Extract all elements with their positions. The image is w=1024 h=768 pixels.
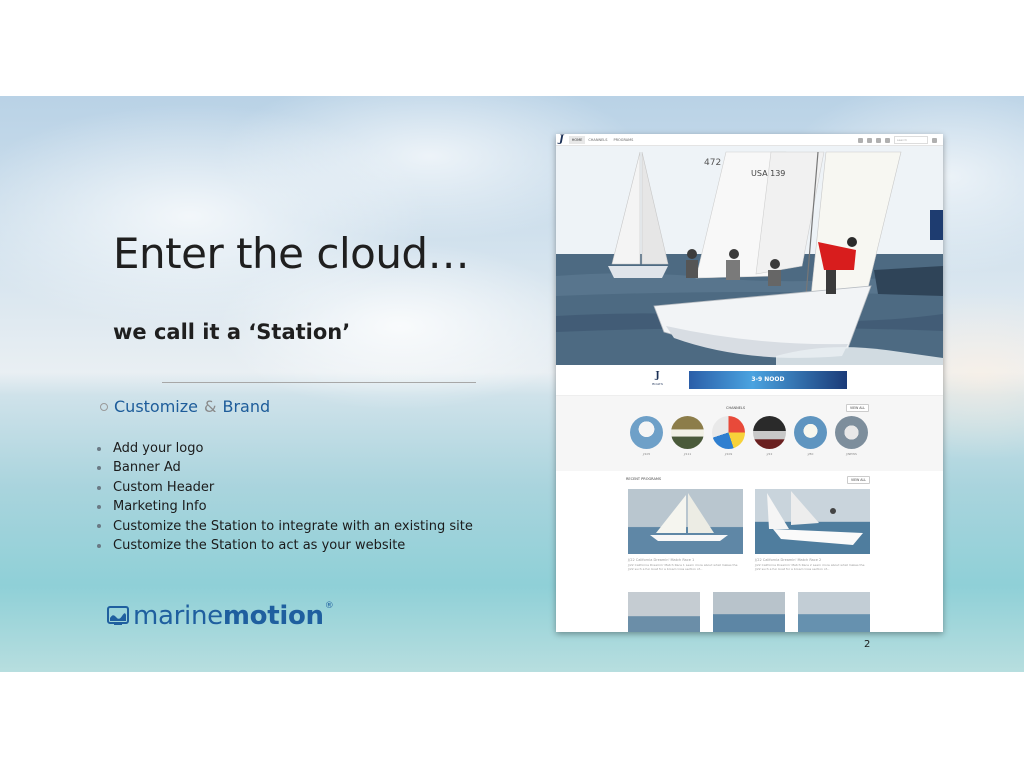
channel-name: J/NEWS [846, 452, 857, 456]
program-thumb-row [628, 592, 870, 632]
channel-name: J/80 [807, 452, 814, 456]
bullet-text: Customize the Station to integrate with … [113, 518, 473, 534]
nav-home[interactable]: HOME [568, 135, 586, 144]
page-number: 2 [864, 639, 871, 650]
circle-icon [100, 402, 108, 411]
channels-section: CHANNELS VIEW ALL J/105 J/111 J/109 J/22 [556, 396, 943, 471]
section-heading-amp: & [203, 397, 217, 416]
bullet-dot-icon [97, 543, 101, 548]
channels-label: CHANNELS [726, 406, 746, 410]
program-thumb-small[interactable] [713, 592, 785, 632]
channel-thumb[interactable] [835, 416, 868, 449]
nav-right: search [858, 136, 937, 144]
channel-item[interactable]: J/22 [753, 416, 786, 456]
slide-subtitle: we call it a ‘Station’ [113, 320, 351, 344]
nav-channels[interactable]: CHANNELS [585, 136, 610, 144]
twitter-icon[interactable] [876, 137, 881, 143]
program-title[interactable]: J/22 California Dreamin' Match Race 2 [755, 558, 870, 562]
banner-logo[interactable]: J BOATS [652, 372, 663, 388]
sail-number-472: 472 [704, 158, 721, 168]
sailboat-photo: 472 USA 139 [556, 146, 943, 365]
section-heading-brand: Brand [222, 397, 271, 416]
channel-thumb[interactable] [753, 416, 786, 449]
marinemotion-logo: marinemotion ® [107, 601, 334, 631]
hero-image: 472 USA 139 [556, 146, 943, 365]
website-screenshot: J HOME CHANNELS PROGRAMS search 472 USA … [556, 134, 943, 632]
banner-logo-sub: BOATS [652, 382, 663, 386]
channel-item[interactable]: J/111 [671, 416, 704, 456]
program-photo [767, 491, 863, 545]
channel-thumb[interactable] [630, 416, 663, 449]
channel-name: J/22 [766, 452, 773, 456]
program-thumb-small[interactable] [798, 592, 870, 632]
search-input[interactable]: search [894, 136, 928, 144]
program-title[interactable]: J/22 California Dreamin' Match Race 1 [628, 558, 743, 562]
bullet-dot-icon [97, 524, 101, 529]
bullet-dot-icon [97, 504, 101, 509]
logo-text: marinemotion [133, 601, 324, 631]
wave-screen-icon [107, 606, 129, 625]
bullet-dot-icon [97, 485, 101, 490]
site-logo[interactable]: J [559, 134, 564, 145]
banner-row: J BOATS 3-9 NOOD [556, 365, 943, 396]
channel-list: J/105 J/111 J/109 J/22 J/80 J/NEWS [630, 416, 868, 456]
channel-thumb[interactable] [712, 416, 745, 449]
channel-name: J/105 [642, 452, 651, 456]
bullet-list: Add your logo Banner Ad Custom Header Ma… [97, 439, 473, 555]
program-card[interactable]: J/22 California Dreamin' Match Race 1 J/… [628, 489, 743, 571]
bullet-dot-icon [97, 446, 101, 451]
edit-icon[interactable] [858, 137, 863, 143]
program-card[interactable]: J/22 California Dreamin' Match Race 2 J/… [755, 489, 870, 571]
logo-text-bold: motion [222, 601, 324, 631]
bullet-item: Custom Header [97, 478, 473, 497]
program-thumb[interactable] [628, 489, 743, 554]
bullet-text: Customize the Station to act as your web… [113, 538, 406, 554]
banner-ad[interactable]: 3-9 NOOD [688, 371, 847, 389]
channel-item[interactable]: J/105 [630, 416, 663, 456]
programs-view-all-button[interactable]: VIEW ALL [847, 476, 871, 484]
slide-title: Enter the cloud… [113, 229, 470, 278]
program-photo [650, 493, 728, 541]
channel-item[interactable]: J/NEWS [835, 416, 868, 456]
site-nav: J HOME CHANNELS PROGRAMS search [556, 134, 943, 146]
logo-text-regular: marine [133, 601, 223, 631]
divider [162, 382, 476, 383]
nav-programs[interactable]: PROGRAMS [610, 136, 636, 144]
program-thumb[interactable] [755, 489, 870, 554]
bullet-text: Custom Header [113, 479, 215, 495]
channel-item[interactable]: J/80 [794, 416, 827, 456]
slide: Enter the cloud… we call it a ‘Station’ … [0, 96, 1024, 672]
user-icon[interactable] [885, 137, 890, 143]
bullet-item: Customize the Station to integrate with … [97, 517, 473, 536]
program-desc: J/22 California Dreamin' Match Race 2 Le… [755, 563, 865, 571]
registered-mark: ® [324, 601, 334, 611]
programs-label: RECENT PROGRAMS [626, 477, 662, 481]
bullet-text: Add your logo [113, 441, 204, 456]
bullet-item: Banner Ad [97, 458, 473, 477]
search-icon[interactable] [932, 137, 937, 143]
channel-name: J/111 [683, 452, 692, 456]
channel-thumb[interactable] [671, 416, 704, 449]
channel-thumb[interactable] [794, 416, 827, 449]
channel-item[interactable]: J/109 [712, 416, 745, 456]
channels-view-all-button[interactable]: VIEW ALL [846, 404, 870, 412]
channel-name: J/109 [724, 452, 733, 456]
section-heading: Customize & Brand [100, 397, 270, 416]
bullet-text: Banner Ad [113, 460, 181, 476]
program-thumb-small[interactable] [628, 592, 700, 632]
bullet-item: Marketing Info [97, 497, 473, 516]
bullet-item: Customize the Station to act as your web… [97, 536, 473, 555]
bullet-item: Add your logo [97, 439, 473, 458]
section-heading-customize: Customize [114, 397, 198, 416]
facebook-icon[interactable] [867, 137, 872, 143]
program-desc: J/22 California Dreamin' Match Race 1 Le… [628, 563, 738, 571]
sail-number-usa139: USA 139 [751, 169, 785, 178]
bullet-dot-icon [97, 466, 101, 471]
bullet-text: Marketing Info [113, 499, 207, 515]
